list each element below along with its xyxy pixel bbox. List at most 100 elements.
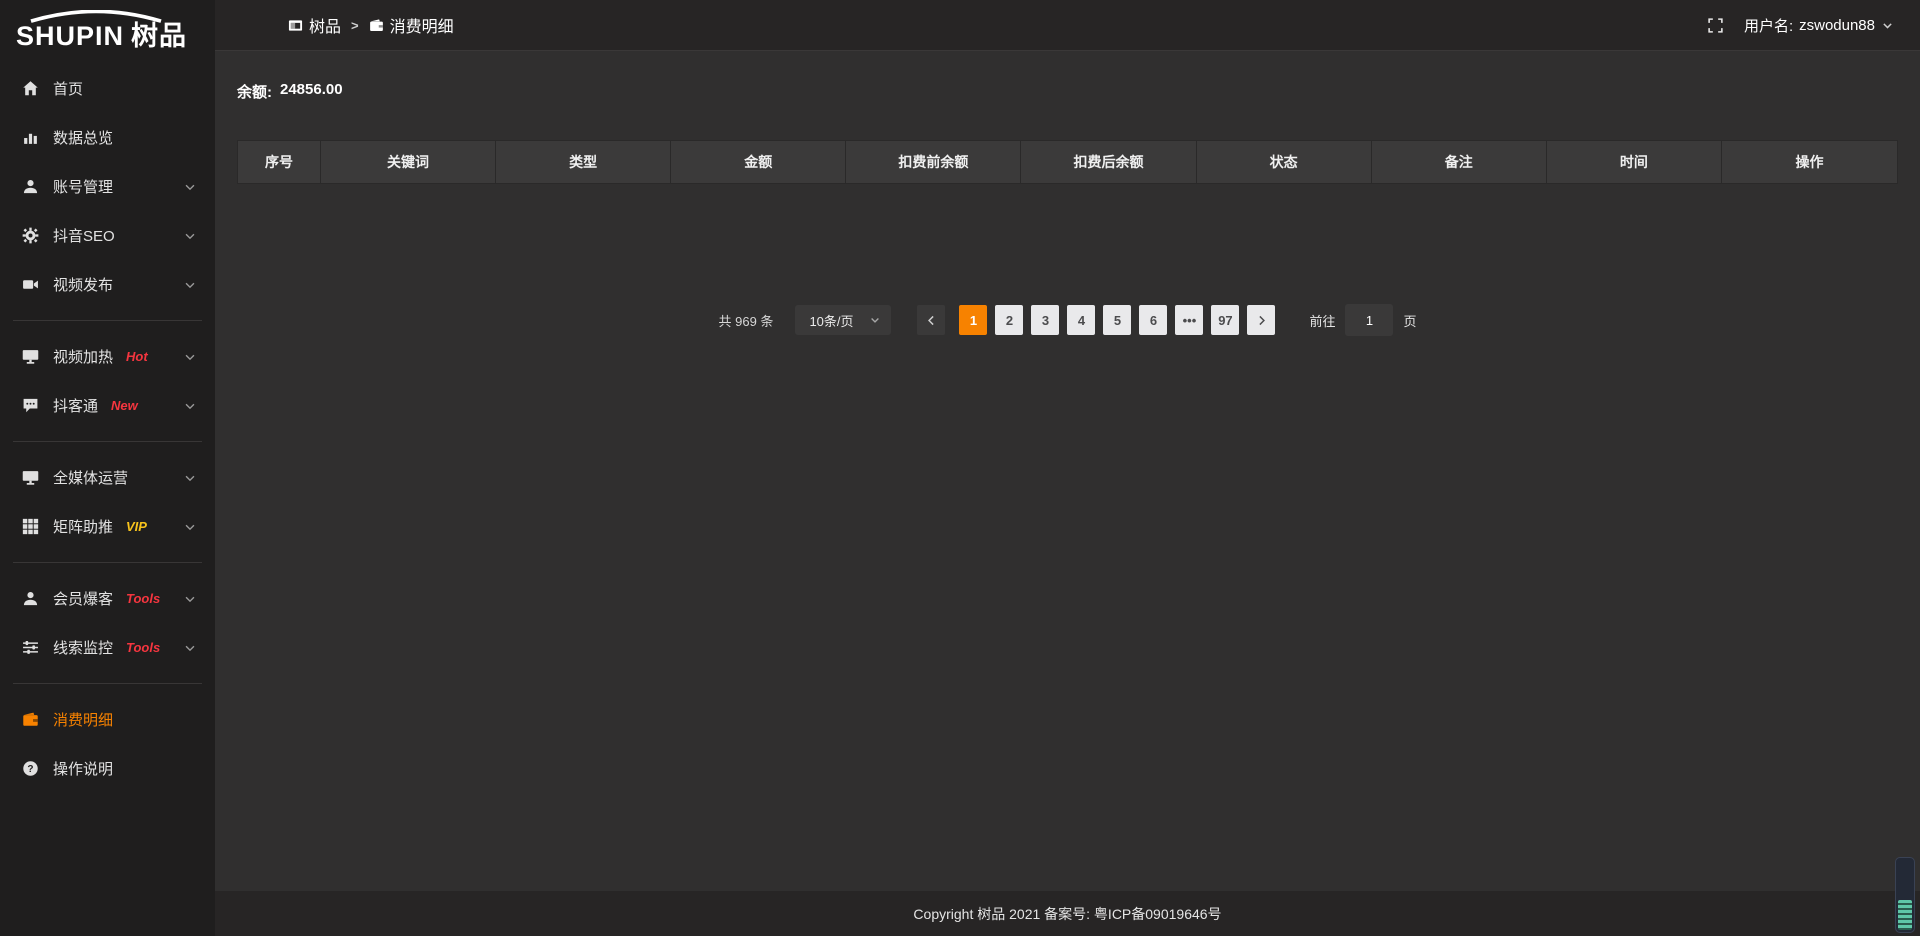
wallet-icon <box>22 711 40 728</box>
page-button-6[interactable]: 6 <box>1139 305 1167 335</box>
column-header: 状态 <box>1196 141 1371 184</box>
sidebar-item-label: 抖客通 <box>53 395 98 416</box>
page-button-3[interactable]: 3 <box>1031 305 1059 335</box>
username-label: 用户名: <box>1744 15 1793 36</box>
breadcrumb-separator: > <box>351 18 359 33</box>
sidebar-item-badge: New <box>111 398 138 413</box>
sidebar-item-data-overview[interactable]: 数据总览 <box>0 113 215 162</box>
logo-text: SHUPIN 树品 <box>16 23 215 50</box>
sidebar-item-label: 首页 <box>53 78 83 99</box>
sidebar-item-video-heating[interactable]: 视频加热Hot <box>0 332 215 381</box>
member-icon <box>22 590 40 607</box>
chevron-down-icon <box>183 278 197 292</box>
page-button-5[interactable]: 5 <box>1103 305 1131 335</box>
page-button-1[interactable]: 1 <box>959 305 987 335</box>
floating-widget[interactable] <box>1895 857 1915 933</box>
sidebar-item-omni-media[interactable]: 全媒体运营 <box>0 453 215 502</box>
sidebar-item-member-baoke[interactable]: 会员爆客Tools <box>0 574 215 623</box>
column-header: 时间 <box>1546 141 1721 184</box>
svg-text:?: ? <box>27 764 33 775</box>
column-header: 扣费前余额 <box>846 141 1021 184</box>
sidebar-item-badge: Tools <box>126 640 160 655</box>
page-list: 123456 ••• 97 <box>959 305 1239 335</box>
next-page-button[interactable] <box>1247 305 1275 335</box>
column-header: 类型 <box>496 141 671 184</box>
prev-page-button[interactable] <box>917 305 945 335</box>
sidebar-item-label: 操作说明 <box>53 758 113 779</box>
page-button-97[interactable]: 97 <box>1211 305 1239 335</box>
chevron-down-icon <box>183 350 197 364</box>
sidebar: SHUPIN 树品 首页数据总览账号管理抖音SEO 视频发布视频加热Hot 抖客通 Ne… <box>0 0 215 936</box>
chat-icon <box>22 397 40 414</box>
chevron-down-icon <box>183 229 197 243</box>
grid-icon <box>22 518 40 535</box>
sidebar-divider <box>13 562 202 563</box>
username-value: zswodun88 <box>1799 17 1875 34</box>
goto-page-input[interactable] <box>1345 304 1393 336</box>
sidebar-item-consumption-detail[interactable]: 消费明细 <box>0 695 215 744</box>
sidebar-item-home[interactable]: 首页 <box>0 64 215 113</box>
sidebar-item-label: 全媒体运营 <box>53 467 128 488</box>
sidebar-item-doukertong[interactable]: 抖客通 New <box>0 381 215 430</box>
app-window-icon <box>288 18 303 33</box>
monitor-icon <box>22 469 40 486</box>
sidebar-item-label: 账号管理 <box>53 176 113 197</box>
goto-suffix: 页 <box>1403 311 1416 330</box>
content: 余额: 24856.00 序号关键词类型金额扣费前余额扣费后余额状态备注时间操作… <box>215 51 1920 891</box>
sidebar-menu: 首页数据总览账号管理抖音SEO 视频发布视频加热Hot 抖客通 New 全媒体运营矩阵助… <box>0 64 215 936</box>
sidebar-item-douyin-seo[interactable]: 抖音SEO <box>0 211 215 260</box>
sidebar-item-account-management[interactable]: 账号管理 <box>0 162 215 211</box>
column-header: 扣费后余额 <box>1021 141 1196 184</box>
topbar-right: 用户名: zswodun88 <box>1707 15 1894 36</box>
sidebar-item-label: 矩阵助推 <box>53 516 113 537</box>
column-header: 备注 <box>1371 141 1546 184</box>
consumption-table: 序号关键词类型金额扣费前余额扣费后余额状态备注时间操作 <box>237 140 1898 184</box>
question-icon: ? <box>22 760 40 777</box>
page-button-4[interactable]: 4 <box>1067 305 1095 335</box>
sidebar-item-label: 数据总览 <box>53 127 113 148</box>
column-header: 关键词 <box>320 141 495 184</box>
sidebar-item-label: 视频发布 <box>53 274 113 295</box>
chevron-down-icon <box>869 314 881 326</box>
sidebar-item-badge: VIP <box>126 519 147 534</box>
breadcrumb-item-shupin[interactable]: 树品 <box>288 13 341 37</box>
bar-chart-icon <box>22 129 40 146</box>
sidebar-item-lead-monitor[interactable]: 线索监控 Tools <box>0 623 215 672</box>
sidebar-item-matrix-boost[interactable]: 矩阵助推 VIP <box>0 502 215 551</box>
chevron-down-icon <box>183 180 197 194</box>
breadcrumb-label: 消费明细 <box>390 13 454 37</box>
sidebar-divider <box>13 683 202 684</box>
table-header-row: 序号关键词类型金额扣费前余额扣费后余额状态备注时间操作 <box>238 141 1898 184</box>
total-count: 共 969 条 <box>719 311 774 330</box>
breadcrumb-item-consumption[interactable]: 消费明细 <box>369 13 454 37</box>
chevron-down-icon <box>1881 19 1894 32</box>
floating-widget-stripes-icon <box>1898 900 1912 930</box>
logo-text-cn: 树品 <box>131 23 187 50</box>
pagination: 共 969 条 10条/页 123456 ••• 97 前往 页 <box>237 304 1898 336</box>
goto-page: 前往 页 <box>1309 304 1416 336</box>
sidebar-item-video-publish[interactable]: 视频发布 <box>0 260 215 309</box>
page-size-select[interactable]: 10条/页 <box>795 305 891 335</box>
page-ellipsis-button[interactable]: ••• <box>1175 305 1203 335</box>
logo-text-en: SHUPIN <box>16 23 124 50</box>
sidebar-item-label: 线索监控 <box>53 637 113 658</box>
user-menu[interactable]: 用户名: zswodun88 <box>1744 15 1894 36</box>
column-header: 操作 <box>1721 141 1897 184</box>
chevron-down-icon <box>183 641 197 655</box>
page-button-2[interactable]: 2 <box>995 305 1023 335</box>
fullscreen-icon[interactable] <box>1707 17 1724 34</box>
balance-label: 余额: <box>237 81 272 102</box>
goto-label: 前往 <box>1309 311 1335 330</box>
chevron-down-icon <box>183 520 197 534</box>
breadcrumb-label: 树品 <box>309 13 341 37</box>
logo[interactable]: SHUPIN 树品 <box>0 0 215 64</box>
sliders-icon <box>22 639 40 656</box>
chevron-down-icon <box>183 592 197 606</box>
screen-icon <box>22 348 40 365</box>
sidebar-item-operation-guide[interactable]: ? 操作说明 <box>0 744 215 793</box>
sidebar-item-label: 抖音SEO <box>53 225 115 246</box>
copyright-text: Copyright 树品 2021 备案号: 粤ICP备09019646号 <box>913 904 1221 924</box>
sidebar-divider <box>13 441 202 442</box>
chevron-down-icon <box>183 399 197 413</box>
sidebar-item-label: 视频加热 <box>53 346 113 367</box>
